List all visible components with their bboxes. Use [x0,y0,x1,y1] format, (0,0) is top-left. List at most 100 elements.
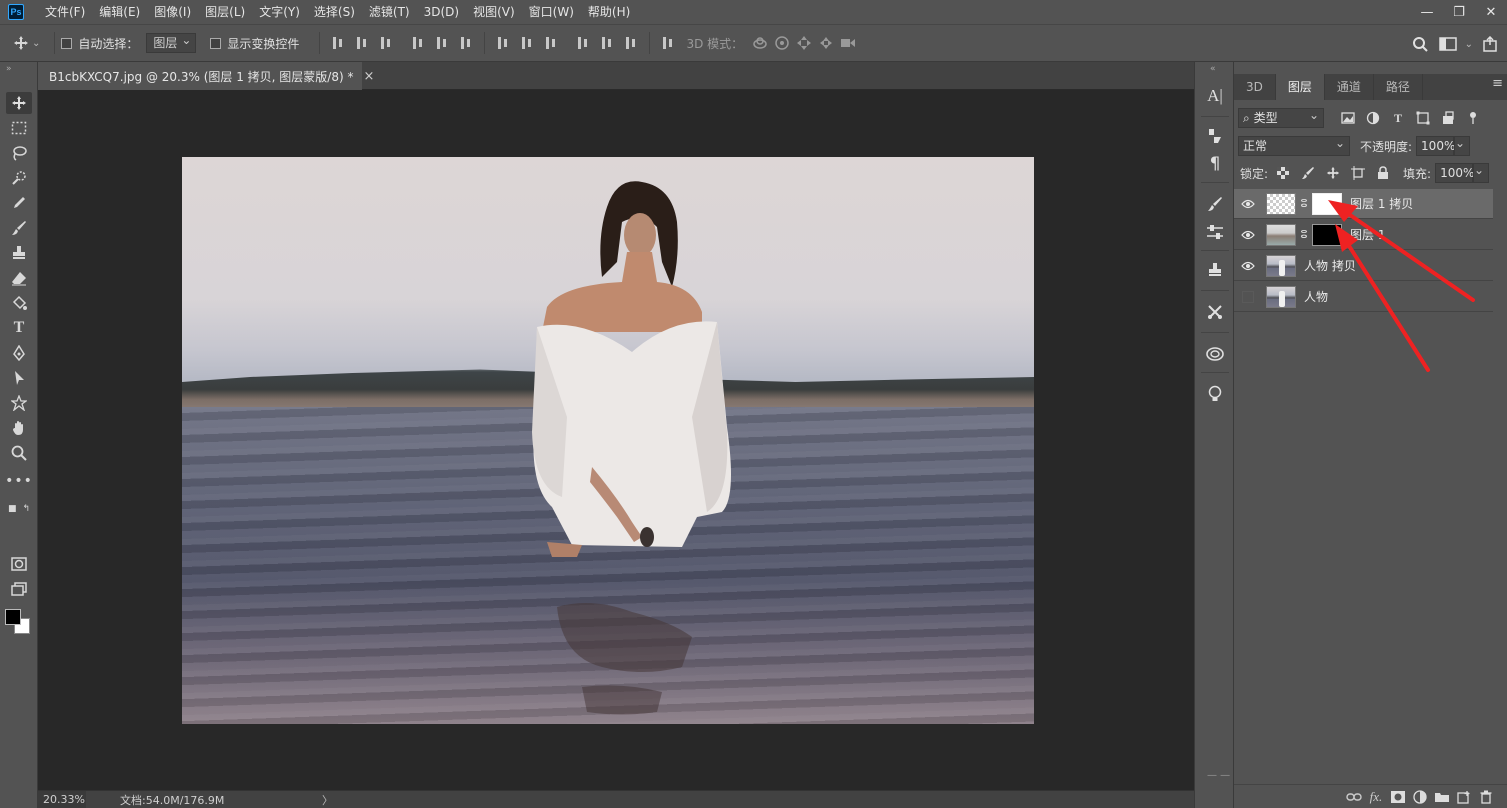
fill-slider-button[interactable] [1473,161,1490,183]
align-right-icon[interactable] [457,34,475,52]
shape-tool-icon[interactable] [6,392,32,414]
align-bottom-icon[interactable] [377,34,395,52]
layer-row[interactable]: 人物 [1234,282,1493,312]
opacity-field[interactable]: 100% [1416,136,1455,156]
minimize-button[interactable]: — [1411,0,1443,24]
layer-row[interactable]: ⵓ 图层 1 拷贝 [1234,189,1493,219]
align-top-icon[interactable] [329,34,347,52]
workspace-icon[interactable] [1437,33,1459,55]
lock-transparent-icon[interactable] [1273,164,1293,182]
align-horizontal-center-icon[interactable] [433,34,451,52]
libraries-icon[interactable] [1203,342,1227,366]
panel-menu-icon[interactable]: ≡ [1492,76,1503,91]
brush-tool-icon[interactable] [6,217,32,239]
tab-paths[interactable]: 路径 [1374,74,1423,100]
restore-button[interactable]: ❐ [1443,0,1475,24]
3d-orbit-icon[interactable] [749,32,771,54]
menu-file[interactable]: 文件(F) [38,0,92,24]
layer-mask-thumbnail[interactable] [1312,192,1342,215]
layer-mask-thumbnail[interactable] [1312,223,1342,246]
workspace-chevron-icon[interactable]: ⌄ [1465,39,1473,50]
auto-select-dropdown[interactable]: 图层 [146,31,197,53]
layer-row[interactable]: 人物 拷贝 [1234,251,1493,281]
brush-settings-icon[interactable] [1203,124,1227,148]
tool-preset-chevron-icon[interactable]: ⌄ [32,38,40,49]
filter-pixel-icon[interactable] [1338,109,1358,127]
clone-source-icon[interactable] [1203,258,1227,282]
distribute-bottom-icon[interactable] [542,34,560,52]
close-icon[interactable]: × [363,69,374,84]
3d-scale-icon[interactable] [837,32,859,54]
filter-shape-icon[interactable] [1413,109,1433,127]
quick-selection-tool-icon[interactable] [6,167,32,189]
menu-edit[interactable]: 编辑(E) [92,0,147,24]
visibility-eye-icon[interactable] [1234,261,1262,271]
filter-adjustment-icon[interactable] [1363,109,1383,127]
panel-collapse-icon[interactable]: » [6,64,13,74]
3d-pan-icon[interactable] [793,32,815,54]
menu-3d[interactable]: 3D(D) [417,0,466,24]
layer-row[interactable]: ⵓ 图层 1 [1234,220,1493,250]
brushes-panel-icon[interactable] [1203,192,1227,216]
type-tool-icon[interactable]: T [6,317,32,339]
learn-lightbulb-icon[interactable] [1203,382,1227,406]
distribute-top-icon[interactable] [494,34,512,52]
tab-layers[interactable]: 图层 [1275,74,1325,100]
paragraph-panel-icon[interactable]: ¶ [1203,152,1227,176]
foreground-color-swatch[interactable] [5,609,21,625]
close-button[interactable]: ✕ [1475,0,1507,24]
link-icon[interactable] [1343,792,1365,802]
zoom-tool-icon[interactable] [6,442,32,464]
auto-align-icon[interactable] [659,34,677,52]
eraser-tool-icon[interactable] [6,267,32,289]
move-tool-icon[interactable] [6,92,32,114]
3d-slide-icon[interactable] [815,32,837,54]
fx-icon[interactable]: fx. [1365,789,1387,805]
menu-type[interactable]: 文字(Y) [252,0,307,24]
panel-expand-icon[interactable]: « [1210,64,1216,74]
visibility-eye-icon[interactable] [1234,230,1262,240]
distribute-right-icon[interactable] [622,34,640,52]
menu-help[interactable]: 帮助(H) [581,0,637,24]
menu-view[interactable]: 视图(V) [466,0,522,24]
menu-select[interactable]: 选择(S) [307,0,362,24]
fill-field[interactable]: 100% [1435,163,1474,183]
move-tool-icon[interactable] [10,32,32,54]
filter-type-icon[interactable]: T [1388,109,1408,127]
menu-window[interactable]: 窗口(W) [522,0,581,24]
zoom-level-field[interactable]: 20.33% [38,791,86,808]
tab-3d[interactable]: 3D [1234,74,1276,100]
pen-tool-icon[interactable] [6,342,32,364]
character-panel-icon[interactable]: A| [1203,84,1227,108]
tool-presets-icon[interactable] [1203,300,1227,324]
visibility-toggle-empty[interactable] [1234,290,1262,303]
mask-link-icon[interactable]: ⵓ [1299,228,1309,241]
opacity-slider-button[interactable] [1454,134,1471,156]
new-layer-icon[interactable] [1453,790,1475,804]
mask-link-icon[interactable]: ⵓ [1299,197,1309,210]
blend-mode-dropdown[interactable]: 正常 [1238,134,1350,156]
menu-filter[interactable]: 滤镜(T) [362,0,417,24]
distribute-vcenter-icon[interactable] [518,34,536,52]
paint-bucket-tool-icon[interactable] [6,292,32,314]
lasso-tool-icon[interactable] [6,142,32,164]
path-selection-tool-icon[interactable] [6,367,32,389]
lock-position-icon[interactable] [1323,164,1343,182]
tab-channels[interactable]: 通道 [1325,74,1374,100]
eyedropper-tool-icon[interactable] [6,192,32,214]
layer-filter-kind-dropdown[interactable]: ⌕ 类型 [1238,106,1324,128]
lock-image-pixels-icon[interactable] [1298,164,1318,182]
more-tools-icon[interactable]: ••• [5,470,32,492]
align-left-icon[interactable] [409,34,427,52]
status-menu-arrow-icon[interactable]: 〉 [322,792,333,808]
document-image[interactable] [182,157,1034,724]
align-vertical-center-icon[interactable] [353,34,371,52]
auto-select-checkbox[interactable] [61,37,73,49]
show-transform-checkbox[interactable] [210,37,222,49]
strip-grip-icon[interactable]: — — [1207,770,1230,781]
adjustment-icon[interactable] [1409,789,1431,804]
trash-icon[interactable] [1475,790,1497,804]
menu-image[interactable]: 图像(I) [147,0,198,24]
default-colors-icon[interactable]: ■ ↰ [6,498,32,520]
folder-icon[interactable] [1431,791,1453,803]
